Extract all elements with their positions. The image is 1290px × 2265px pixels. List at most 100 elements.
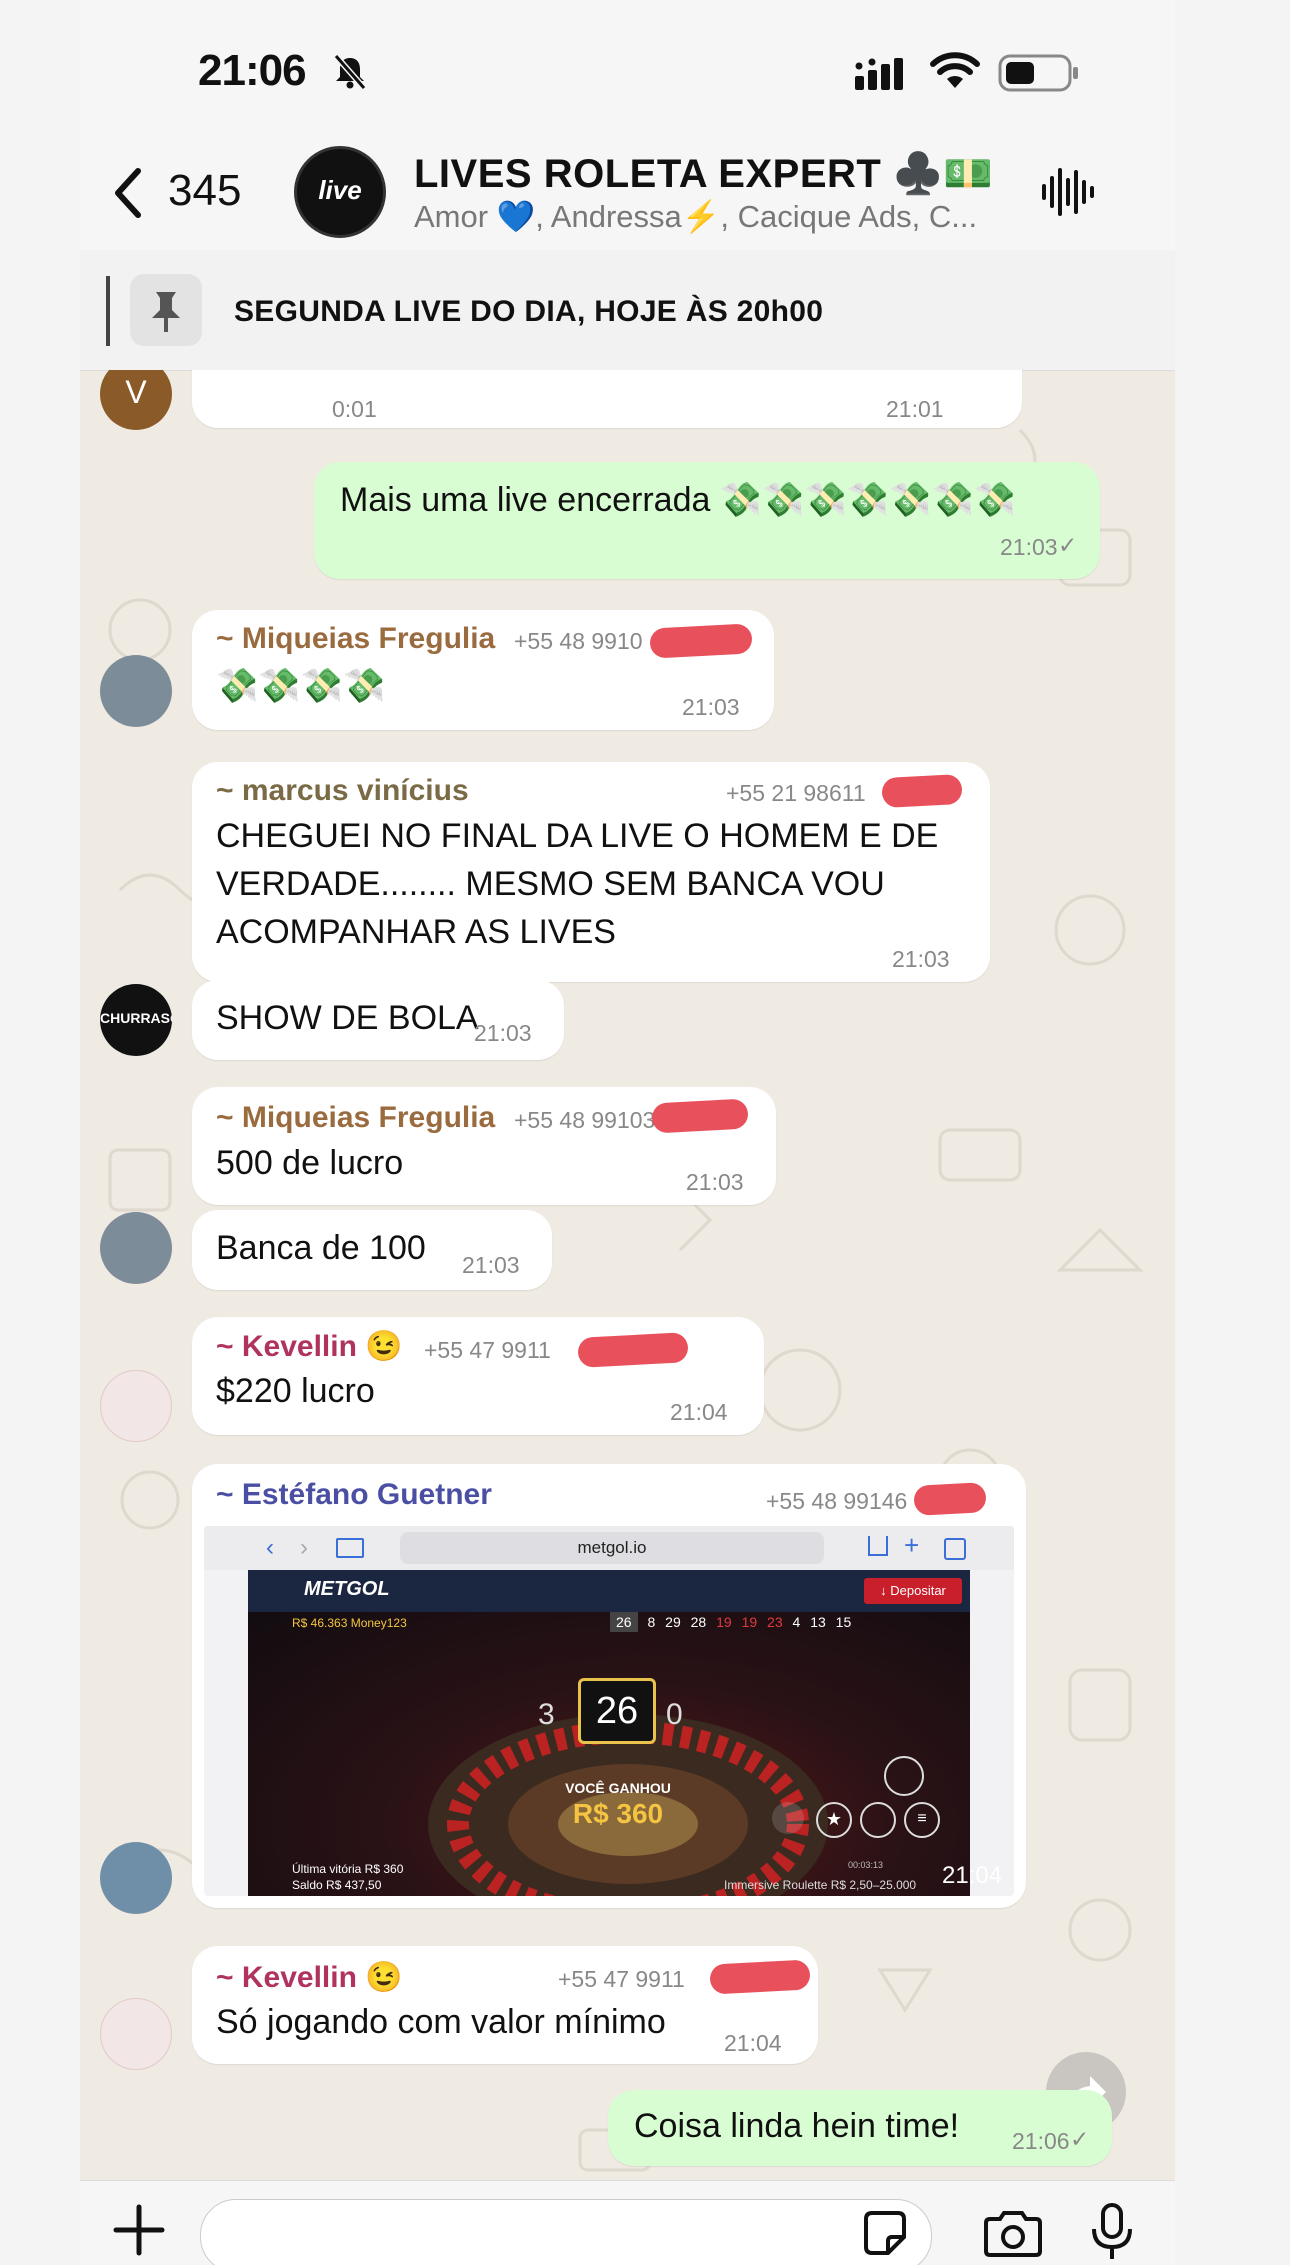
- message-text: 500 de lucro: [216, 1144, 404, 1182]
- message-text: SHOW DE BOLA: [216, 999, 479, 1037]
- recent-number: 8: [647, 1614, 656, 1630]
- win-amount: R$ 360: [572, 1798, 664, 1829]
- recent-number: 4: [792, 1614, 801, 1630]
- group-members[interactable]: Amor 💙, Andressa⚡, Cacique Ads, C...: [414, 198, 977, 235]
- sender-name[interactable]: ~ marcus vinícius: [216, 774, 469, 808]
- message-line: VERDADE........ MESMO SEM BANCA VOU: [216, 865, 885, 903]
- redaction-mark: [709, 1959, 811, 1995]
- incoming-message-bubble[interactable]: ~ Miqueias Fregulia +55 48 99103 500 de …: [192, 1087, 776, 1205]
- recent-number: 29: [665, 1614, 681, 1630]
- incoming-message-bubble[interactable]: SHOW DE BOLA 21:03: [192, 980, 564, 1060]
- last-win: Última vitória R$ 360: [292, 1862, 404, 1876]
- status-time: 21:06: [198, 46, 307, 95]
- game-control: [860, 1802, 896, 1838]
- message-line: CHEGUEI NO FINAL DA LIVE O HOMEM E DE: [216, 817, 939, 855]
- sender-name[interactable]: ~ Estéfano Guetner: [216, 1478, 492, 1512]
- sender-avatar[interactable]: [100, 655, 172, 727]
- redaction-mark: [649, 623, 753, 659]
- sender-avatar[interactable]: [100, 1212, 172, 1284]
- game-name: Immersive Roulette R$ 2,50–25.000: [724, 1878, 917, 1892]
- message-text: 💸💸💸💸: [216, 667, 386, 705]
- voice-message-bubble[interactable]: 0:01 21:01: [192, 370, 1022, 428]
- star-icon: ★: [816, 1802, 852, 1838]
- recent-number: 15: [835, 1614, 852, 1630]
- chat-header: 21:06 345 live LIVES ROLETA EXPERT ♣️💵 A…: [80, 0, 1175, 251]
- group-avatar[interactable]: live: [294, 146, 386, 238]
- back-unread-count[interactable]: 345: [168, 166, 241, 216]
- incoming-message-bubble[interactable]: ~ Miqueias Fregulia +55 48 9910 💸💸💸💸 21:…: [192, 610, 774, 730]
- pin-icon: [130, 274, 202, 346]
- sender-avatar[interactable]: [100, 1370, 172, 1442]
- pinned-message-banner[interactable]: SEGUNDA LIVE DO DIA, HOJE ÀS 20h00: [80, 250, 1175, 371]
- group-title[interactable]: LIVES ROLETA EXPERT ♣️💵: [414, 150, 994, 197]
- recent-number: 19: [716, 1614, 732, 1630]
- voice-waveform-icon[interactable]: [1040, 164, 1096, 220]
- avatar-letter: V: [125, 374, 147, 410]
- sender-phone: +55 21 98611: [726, 780, 866, 806]
- recent-number: 28: [690, 1614, 707, 1630]
- incoming-message-bubble[interactable]: ~ Kevellin 😉 +55 47 9911 $220 lucro 21:0…: [192, 1317, 764, 1435]
- message-text: $220 lucro: [216, 1372, 375, 1410]
- address-bar: metgol.io: [400, 1532, 824, 1564]
- sender-phone: +55 48 99146: [766, 1488, 908, 1514]
- incoming-message-bubble[interactable]: ~ Kevellin 😉 +55 47 9911 Só jogando com …: [192, 1946, 818, 2064]
- phone-screen: 21:06 345 live LIVES ROLETA EXPERT ♣️💵 A…: [80, 0, 1175, 2265]
- read-check-icon: ✓: [1058, 532, 1078, 558]
- incoming-message-bubble[interactable]: Banca de 100 21:03: [192, 1210, 552, 1290]
- voice-duration: 0:01: [332, 396, 377, 422]
- sender-avatar[interactable]: [100, 1842, 172, 1914]
- sender-phone: +55 48 99103: [514, 1107, 656, 1133]
- browser-toolbar: ‹ › metgol.io +: [204, 1526, 1014, 1570]
- message-time: 21:03: [686, 1169, 744, 1195]
- message-text: Coisa linda hein time!: [634, 2107, 960, 2145]
- sender-avatar[interactable]: CHURRASC: [100, 984, 172, 1056]
- back-arrow-icon: ‹: [266, 1534, 274, 1561]
- avatar-text: CHURRASC: [100, 1010, 172, 1026]
- sender-phone: +55 47 9911: [424, 1337, 551, 1363]
- recent-number: 13: [810, 1614, 826, 1630]
- book-icon: [336, 1538, 364, 1558]
- bell-slash-icon: [333, 54, 367, 90]
- message-time: 21:01: [886, 396, 944, 422]
- sticker-icon[interactable]: [860, 2209, 910, 2259]
- camera-icon[interactable]: [982, 2211, 1044, 2257]
- message-time: 21:04: [942, 1862, 1003, 1889]
- game-control: [772, 1802, 804, 1834]
- game-control: [884, 1756, 924, 1796]
- site-header: METGOL ↓ Depositar: [248, 1570, 970, 1612]
- sender-phone: +55 48 9910: [514, 628, 643, 654]
- pin-indicator: [106, 276, 110, 346]
- pinned-text: SEGUNDA LIVE DO DIA, HOJE ÀS 20h00: [234, 295, 824, 328]
- sender-phone: +55 47 9911: [558, 1966, 685, 1992]
- recent-number: 23: [767, 1614, 783, 1630]
- message-time: 21:03: [892, 946, 950, 972]
- message-time: 21:03: [1000, 534, 1058, 560]
- incoming-message-bubble[interactable]: ~ marcus vinícius +55 21 98611 CHEGUEI N…: [192, 762, 990, 982]
- sender-avatar[interactable]: [100, 1998, 172, 2070]
- left-number: 3: [538, 1698, 555, 1731]
- group-avatar-text: live: [318, 175, 362, 205]
- plus-icon[interactable]: [112, 2203, 166, 2257]
- sender-name[interactable]: ~ Kevellin 😉: [216, 1329, 403, 1364]
- chat-wallpaper: 0:01 21:01 V Mais uma live encerrada 💸💸💸…: [80, 370, 1175, 2180]
- message-line: ACOMPANHAR AS LIVES: [216, 913, 616, 951]
- game-screen: METGOL ↓ Depositar R$ 46.363 Money123 26…: [248, 1570, 970, 1896]
- tabs-icon: [944, 1538, 966, 1560]
- sender-name[interactable]: ~ Miqueias Fregulia: [216, 1101, 495, 1135]
- balance-top: R$ 46.363 Money123: [292, 1616, 407, 1630]
- sender-name[interactable]: ~ Kevellin 😉: [216, 1960, 403, 1995]
- image-message-bubble[interactable]: ~ Estéfano Guetner +55 48 99146 ‹ › metg…: [192, 1464, 1026, 1908]
- outgoing-message-bubble[interactable]: Mais uma live encerrada 💸💸💸💸💸💸💸 21:03 ✓: [314, 462, 1100, 579]
- outgoing-message-bubble[interactable]: Coisa linda hein time! 21:06 ✓: [608, 2090, 1112, 2166]
- message-text: Banca de 100: [216, 1229, 426, 1267]
- share-icon: [868, 1536, 888, 1556]
- microphone-icon[interactable]: [1090, 2203, 1134, 2261]
- shared-image[interactable]: ‹ › metgol.io + METGOL ↓ Depositar R$ 46…: [204, 1526, 1014, 1896]
- battery-icon: [998, 54, 1078, 92]
- sender-name[interactable]: ~ Miqueias Fregulia: [216, 622, 495, 656]
- back-chevron-icon[interactable]: [108, 165, 148, 221]
- message-input[interactable]: [200, 2199, 932, 2265]
- redaction-mark: [913, 1482, 987, 1516]
- message-time: 21:03: [462, 1252, 520, 1278]
- game-timer: 00:03:13: [848, 1860, 884, 1870]
